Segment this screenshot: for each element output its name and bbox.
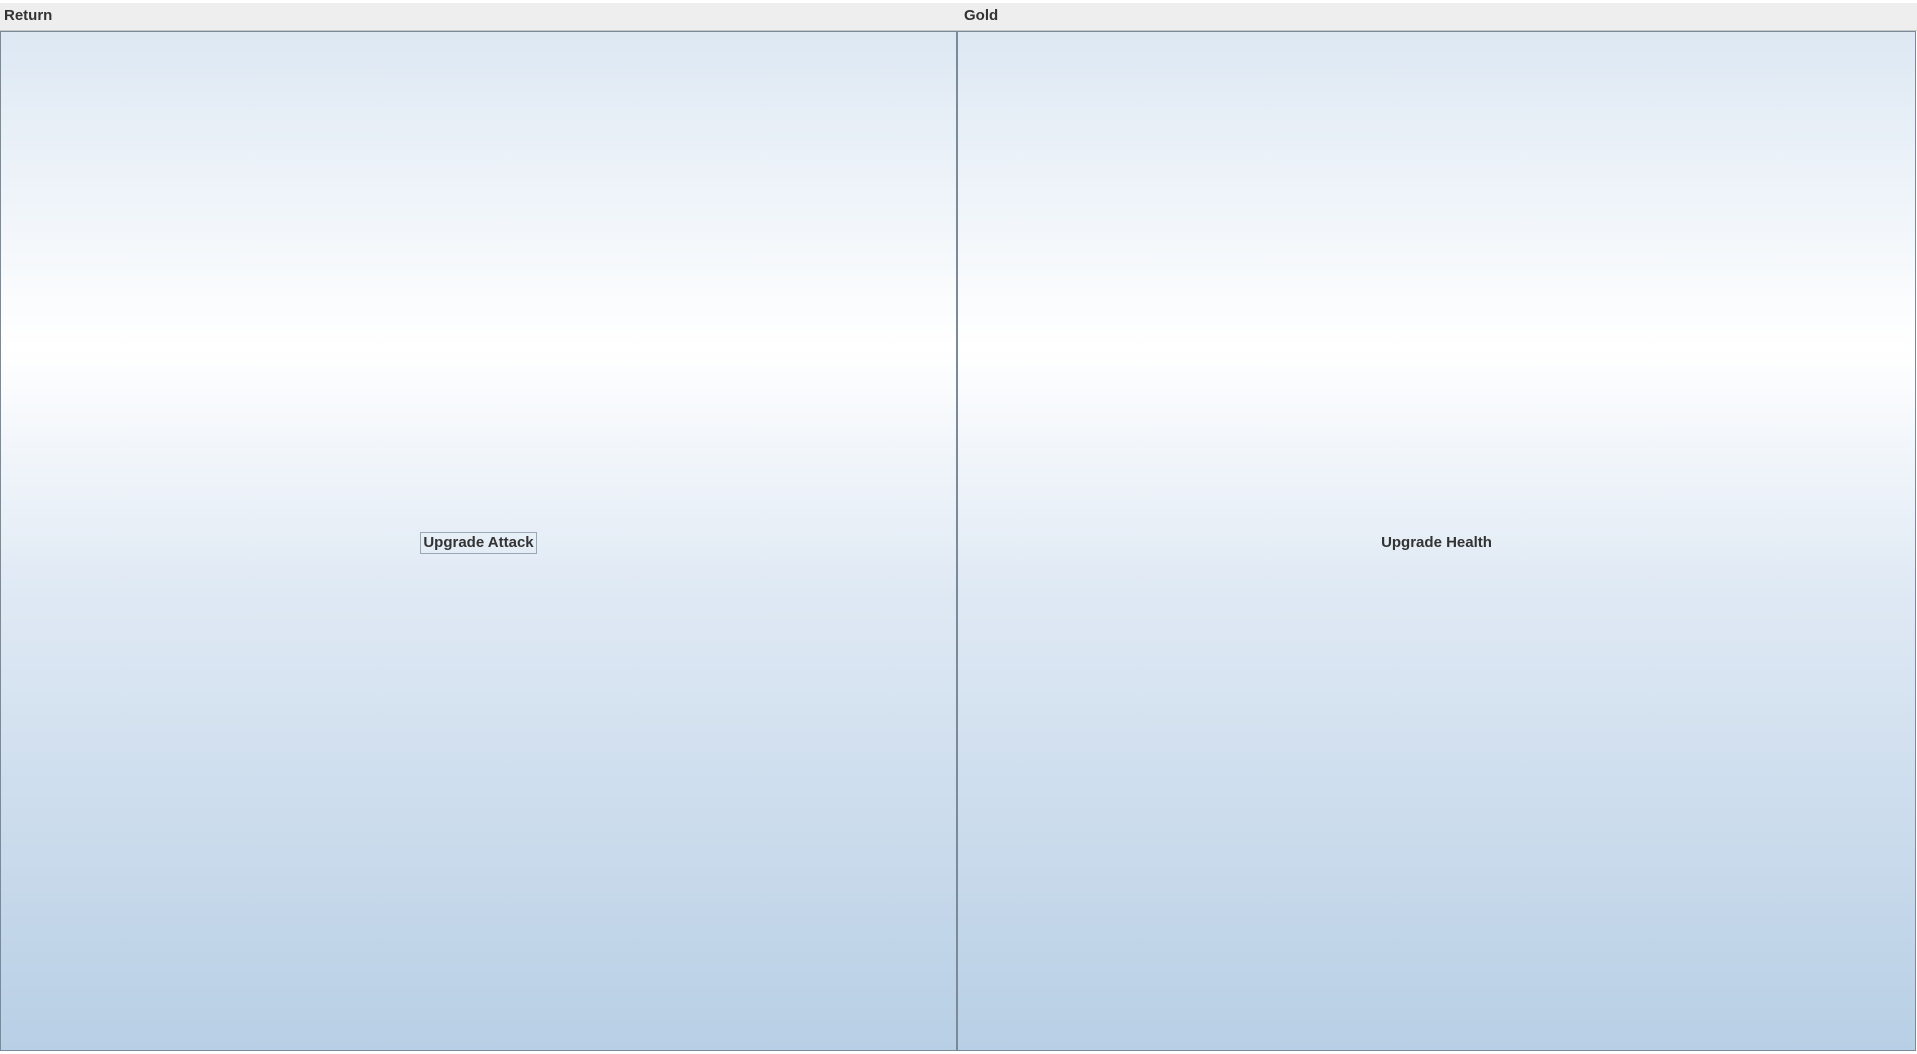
upgrade-health-label: Upgrade Health [1381,534,1492,551]
top-bar: Return Gold [0,3,1917,31]
upgrade-attack-button[interactable]: Upgrade Attack [0,31,957,1051]
gold-label: Gold [964,7,999,24]
upgrade-health-button[interactable]: Upgrade Health [957,31,1916,1051]
upgrade-attack-label: Upgrade Attack [420,532,537,554]
return-button[interactable]: Return [4,7,52,25]
upgrade-health-label-container: Upgrade Health [958,534,1915,552]
app-window: Return Gold Upgrade Attack Upgrade Healt… [0,0,1917,1054]
upgrade-attack-label-container: Upgrade Attack [1,532,956,554]
